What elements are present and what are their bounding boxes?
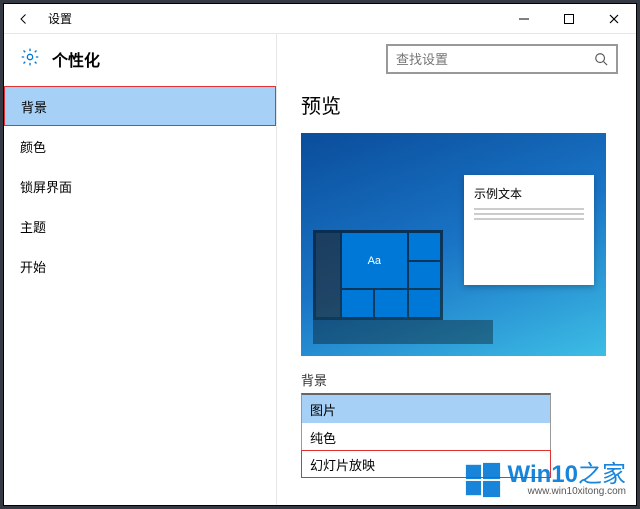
sidebar-item-label: 背景 [21, 97, 47, 116]
preview-heading: 预览 [301, 90, 618, 119]
sidebar-item-label: 开始 [20, 257, 46, 276]
window-title: 设置 [44, 10, 72, 27]
back-button[interactable] [4, 4, 44, 34]
maximize-button[interactable] [546, 4, 591, 34]
titlebar: 设置 [4, 4, 636, 34]
sidebar: 个性化 背景 颜色 锁屏界面 主题 开始 [4, 34, 277, 505]
close-button[interactable] [591, 4, 636, 34]
sidebar-item-start[interactable]: 开始 [4, 246, 276, 286]
sidebar-title: 个性化 [52, 47, 100, 71]
settings-window: 设置 个性化 [4, 4, 636, 505]
watermark: Win10之家 www.win10xitong.com [464, 461, 626, 499]
sidebar-items: 背景 颜色 锁屏界面 主题 开始 [4, 84, 276, 286]
sidebar-item-label: 主题 [20, 217, 46, 236]
sidebar-item-background[interactable]: 背景 [4, 86, 276, 126]
search-icon[interactable] [586, 52, 616, 66]
background-label: 背景 [301, 370, 618, 389]
preview-sample-text: 示例文本 [474, 185, 584, 202]
sidebar-item-lockscreen[interactable]: 锁屏界面 [4, 166, 276, 206]
main-panel: 预览 示例文本 Aa 背 [277, 34, 636, 505]
gear-icon [20, 47, 40, 72]
watermark-url: www.win10xitong.com [528, 487, 626, 497]
windows-logo-icon [464, 461, 502, 499]
preview-sample-window: 示例文本 [464, 175, 594, 285]
preview-taskbar [313, 320, 493, 344]
minimize-button[interactable] [501, 4, 546, 34]
preview-tile-aa: Aa [342, 233, 407, 288]
tile-label: Aa [368, 255, 381, 267]
dropdown-option-solid[interactable]: 纯色 [302, 423, 550, 451]
sidebar-item-label: 颜色 [20, 137, 46, 156]
option-label: 幻灯片放映 [310, 455, 375, 474]
watermark-brand-a: Win10 [508, 461, 578, 488]
preview-start-menu: Aa [313, 230, 443, 320]
option-label: 图片 [310, 400, 336, 419]
sidebar-item-colors[interactable]: 颜色 [4, 126, 276, 166]
sidebar-header: 个性化 [4, 34, 276, 84]
sidebar-item-label: 锁屏界面 [20, 177, 72, 196]
sidebar-item-themes[interactable]: 主题 [4, 206, 276, 246]
watermark-brand-b: 之家 [578, 461, 626, 488]
watermark-brand: Win10之家 [508, 463, 626, 487]
option-label: 纯色 [310, 428, 336, 447]
desktop-preview: 示例文本 Aa [301, 133, 606, 356]
dropdown-option-picture[interactable]: 图片 [302, 395, 550, 423]
search-input-wrapper[interactable] [386, 44, 618, 74]
search-input[interactable] [388, 52, 586, 67]
